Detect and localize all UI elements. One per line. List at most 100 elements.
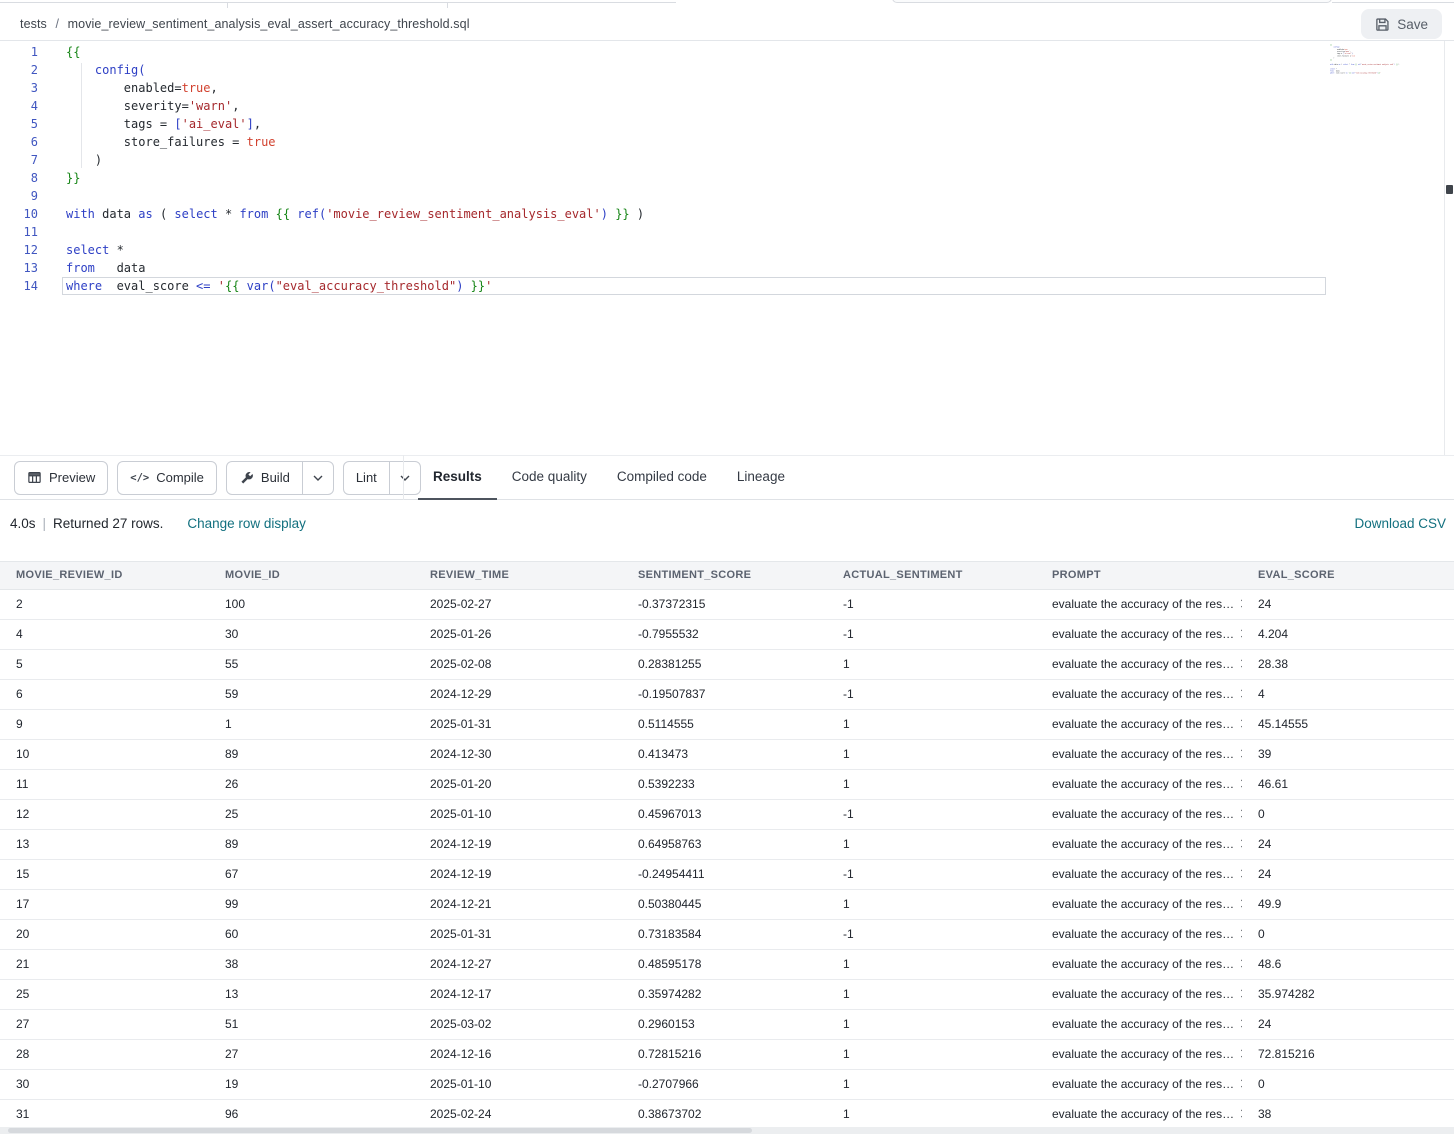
- cell-actual-sentiment: 1: [827, 1010, 1036, 1039]
- table-row[interactable]: 13892024-12-190.649587631evaluate the ac…: [0, 830, 1454, 860]
- tab-lineage[interactable]: Lineage: [722, 455, 800, 500]
- cell-eval-score: 72.815216: [1242, 1040, 1454, 1069]
- cell-movie-id: 67: [209, 860, 414, 889]
- code-line[interactable]: config(: [66, 61, 644, 79]
- table-row[interactable]: 12252025-01-100.45967013-1evaluate the a…: [0, 800, 1454, 830]
- code-line[interactable]: store_failures = true: [66, 133, 644, 151]
- cell-prompt: evaluate the accuracy of the res…: [1036, 1010, 1242, 1039]
- table-row[interactable]: 912025-01-310.51145551evaluate the accur…: [0, 710, 1454, 740]
- cell-prompt: evaluate the accuracy of the res…: [1036, 680, 1242, 709]
- compile-button[interactable]: </> Compile: [117, 461, 217, 495]
- prompt-preview-text: evaluate the accuracy of the res…: [1052, 830, 1234, 859]
- download-csv-link[interactable]: Download CSV: [1354, 516, 1446, 531]
- code-line[interactable]: with data as ( select * from {{ ref('mov…: [66, 205, 644, 223]
- cell-review-time: 2024-12-17: [414, 980, 622, 1009]
- horizontal-scrollbar-thumb[interactable]: [8, 1128, 752, 1133]
- code-line[interactable]: where eval_score <= '{{ var("eval_accura…: [66, 277, 644, 295]
- code-line[interactable]: {{: [66, 43, 644, 61]
- action-buttons: Preview </> Compile Build: [0, 461, 421, 495]
- table-row[interactable]: 10892024-12-300.4134731evaluate the accu…: [0, 740, 1454, 770]
- cell-movie-review-id: 21: [0, 950, 209, 979]
- table-row[interactable]: 17992024-12-210.503804451evaluate the ac…: [0, 890, 1454, 920]
- horizontal-scrollbar[interactable]: [0, 1127, 1454, 1134]
- code-line[interactable]: where eval_score <= '{{ var("eval_accura…: [1330, 72, 1444, 74]
- cell-sentiment-score: -0.37372315: [622, 590, 827, 619]
- editor-minimap[interactable]: {{ config( enabled=true, severity='warn'…: [1330, 44, 1444, 449]
- cell-movie-review-id: 20: [0, 920, 209, 949]
- cell-sentiment-score: -0.24954411: [622, 860, 827, 889]
- code-lines[interactable]: {{ config( enabled=true, severity='warn'…: [66, 43, 644, 295]
- line-number: 13: [0, 259, 40, 277]
- table-row[interactable]: 6592024-12-29-0.19507837-1evaluate the a…: [0, 680, 1454, 710]
- code-line[interactable]: [66, 223, 644, 241]
- build-button[interactable]: Build: [226, 461, 334, 495]
- change-row-display-link[interactable]: Change row display: [187, 516, 306, 531]
- line-number: 4: [0, 97, 40, 115]
- tab-compiled-code[interactable]: Compiled code: [602, 455, 722, 500]
- tab-code-quality[interactable]: Code quality: [497, 455, 602, 500]
- cell-review-time: 2025-03-02: [414, 1010, 622, 1039]
- cell-prompt: evaluate the accuracy of the res…: [1036, 980, 1242, 1009]
- cell-movie-review-id: 27: [0, 1010, 209, 1039]
- breadcrumb-folder[interactable]: tests: [20, 17, 47, 31]
- save-button[interactable]: Save: [1361, 9, 1442, 39]
- code-line[interactable]: ): [66, 151, 644, 169]
- cell-eval-score: 4.204: [1242, 620, 1454, 649]
- table-row[interactable]: 5552025-02-080.283812551evaluate the acc…: [0, 650, 1454, 680]
- code-line[interactable]: [66, 187, 644, 205]
- table-row[interactable]: 28272024-12-160.728152161evaluate the ac…: [0, 1040, 1454, 1070]
- table-row[interactable]: 25132024-12-170.359742821evaluate the ac…: [0, 980, 1454, 1010]
- file-header: tests / movie_review_sentiment_analysis_…: [0, 8, 1454, 41]
- cell-prompt: evaluate the accuracy of the res…: [1036, 800, 1242, 829]
- cell-movie-id: 60: [209, 920, 414, 949]
- breadcrumb: tests / movie_review_sentiment_analysis_…: [20, 17, 470, 31]
- cell-eval-score: 24: [1242, 590, 1454, 619]
- cell-movie-id: 89: [209, 740, 414, 769]
- table-row[interactable]: 21002025-02-27-0.37372315-1evaluate the …: [0, 590, 1454, 620]
- build-dropdown-toggle[interactable]: [302, 462, 333, 494]
- cell-eval-score: 0: [1242, 1070, 1454, 1099]
- cell-prompt: evaluate the accuracy of the res…: [1036, 1070, 1242, 1099]
- line-number: 2: [0, 61, 40, 79]
- cell-eval-score: 45.14555: [1242, 710, 1454, 739]
- code-line[interactable]: }}: [66, 169, 644, 187]
- code-line[interactable]: enabled=true,: [66, 79, 644, 97]
- lint-button[interactable]: Lint: [343, 461, 421, 495]
- table-row[interactable]: 11262025-01-200.53922331evaluate the acc…: [0, 770, 1454, 800]
- cell-actual-sentiment: 1: [827, 740, 1036, 769]
- table-row[interactable]: 27512025-03-020.29601531evaluate the acc…: [0, 1010, 1454, 1040]
- tab-results[interactable]: Results: [418, 455, 497, 500]
- status-separator: |: [43, 516, 47, 531]
- preview-button[interactable]: Preview: [14, 461, 108, 495]
- line-number: 12: [0, 241, 40, 259]
- prompt-preview-text: evaluate the accuracy of the res…: [1052, 950, 1234, 979]
- table-row[interactable]: 20602025-01-310.73183584-1evaluate the a…: [0, 920, 1454, 950]
- minimap-border: [1444, 41, 1445, 455]
- table-row[interactable]: 15672024-12-19-0.24954411-1evaluate the …: [0, 860, 1454, 890]
- cell-movie-review-id: 15: [0, 860, 209, 889]
- table-row[interactable]: 4302025-01-26-0.7955532-1evaluate the ac…: [0, 620, 1454, 650]
- table-row[interactable]: 30192025-01-10-0.27079661evaluate the ac…: [0, 1070, 1454, 1100]
- cell-movie-review-id: 12: [0, 800, 209, 829]
- cell-eval-score: 24: [1242, 860, 1454, 889]
- table-row[interactable]: 31962025-02-240.386737021evaluate the ac…: [0, 1100, 1454, 1130]
- lint-dropdown-toggle[interactable]: [389, 462, 420, 494]
- cell-eval-score: 24: [1242, 1010, 1454, 1039]
- code-line[interactable]: severity='warn',: [66, 97, 644, 115]
- compile-label: Compile: [156, 470, 204, 485]
- cell-review-time: 2024-12-27: [414, 950, 622, 979]
- cell-sentiment-score: 0.35974282: [622, 980, 827, 1009]
- cell-movie-review-id: 11: [0, 770, 209, 799]
- code-line[interactable]: select *: [66, 241, 644, 259]
- cell-movie-review-id: 31: [0, 1100, 209, 1129]
- code-line[interactable]: tags = ['ai_eval'],: [66, 115, 644, 133]
- cell-eval-score: 4: [1242, 680, 1454, 709]
- cell-actual-sentiment: -1: [827, 620, 1036, 649]
- cell-prompt: evaluate the accuracy of the res…: [1036, 950, 1242, 979]
- editor-tab-strip: [0, 0, 1454, 8]
- code-line[interactable]: from data: [66, 259, 644, 277]
- table-row[interactable]: 21382024-12-270.485951781evaluate the ac…: [0, 950, 1454, 980]
- editor-scrollbar-thumb[interactable]: [1446, 185, 1453, 194]
- code-editor[interactable]: 1234567891011121314 {{ config( enabled=t…: [0, 41, 1454, 455]
- inactive-file-tab[interactable]: [892, 0, 1332, 3]
